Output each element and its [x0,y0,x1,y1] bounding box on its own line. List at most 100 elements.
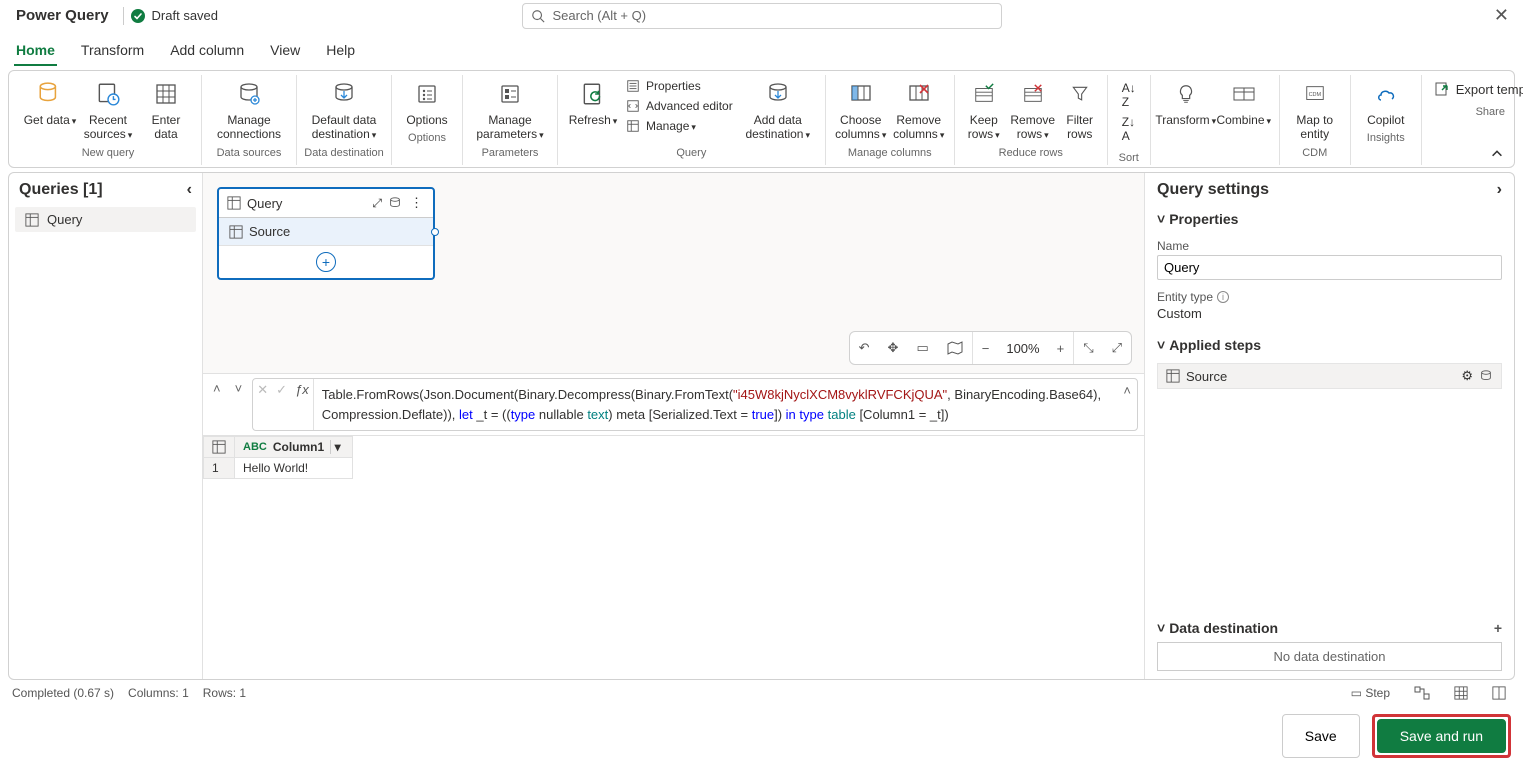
separator [123,7,124,25]
tab-add-column[interactable]: Add column [168,36,246,66]
collapse-queries-button[interactable]: ‹ [187,181,192,199]
editor-icon [626,99,640,113]
table-corner-button[interactable] [204,437,235,458]
add-data-destination-button[interactable]: Add data destination [737,75,819,144]
workspace: Queries [1] ‹ Query Query ⤢ ⋮ Sour [8,172,1515,680]
sort-descending-button[interactable]: Z↓A [1118,113,1139,145]
save-and-run-button[interactable]: Save and run [1377,719,1506,753]
sort-ascending-button[interactable]: A↓Z [1118,79,1140,111]
save-button[interactable]: Save [1282,714,1360,758]
column-filter-button[interactable]: ▾ [330,440,344,454]
step-connector[interactable] [431,228,439,236]
step-back-button[interactable]: ˄ [209,378,225,399]
table-row[interactable]: 1 Hello World! [204,458,353,479]
enter-data-button[interactable]: Enter data [137,75,195,144]
ribbon-collapse-button[interactable] [1490,147,1504,161]
group-options-label: Options [408,129,446,145]
get-data-button[interactable]: Get data [21,75,79,129]
tab-view[interactable]: View [268,36,302,66]
minimap-button[interactable] [938,332,972,364]
split-view-button[interactable] [1487,686,1511,700]
table-icon [25,213,39,227]
applied-step-source[interactable]: Source ⚙ [1157,363,1502,389]
expand-settings-button[interactable]: › [1497,181,1502,199]
tab-help[interactable]: Help [324,36,357,66]
expand-query-button[interactable]: ⤢ [372,196,382,211]
tab-home[interactable]: Home [14,36,57,66]
options-button[interactable]: Options [398,75,456,129]
formula-input[interactable]: Table.FromRows(Json.Document(Binary.Deco… [314,379,1137,430]
applied-steps-toggle[interactable]: ˅Applied steps [1157,331,1502,359]
queries-pane-header: Queries [1] [19,181,103,199]
export-template-button[interactable]: Export template [1428,75,1523,103]
connections-icon [235,77,263,111]
diagram-view-button[interactable] [1409,686,1435,700]
manage-button[interactable]: Manage [622,117,700,135]
data-destination-toggle[interactable]: ˅Data destination [1157,620,1278,636]
column-header[interactable]: ABC Column1 ▾ [235,437,353,458]
status-columns: Columns: 1 [128,686,189,700]
advanced-editor-button[interactable]: Advanced editor [622,97,737,115]
group-transform-label [1213,129,1216,145]
close-button[interactable]: ✕ [1488,5,1515,26]
settings-header: Query settings [1157,181,1269,199]
highlight-frame: Save and run [1372,714,1511,758]
filter-rows-button[interactable]: Filter rows [1059,75,1101,144]
manage-parameters-button[interactable]: Manage parameters [469,75,551,144]
group-sort-label: Sort [1119,149,1139,165]
recent-sources-button[interactable]: Recent sources [79,75,137,144]
step-view-button[interactable]: ▭ Step [1346,686,1395,700]
properties-button[interactable]: Properties [622,77,705,95]
map-to-entity-button[interactable]: CDM Map to entity [1286,75,1344,144]
query-diagram-card[interactable]: Query ⤢ ⋮ Source + [217,187,435,280]
step-forward-button[interactable]: ˅ [231,378,247,399]
info-icon[interactable]: i [1217,291,1229,303]
collapse-diagram-button[interactable]: ⤡ [1074,332,1102,364]
formula-accept-button[interactable]: ✓ [272,379,291,430]
add-destination-button[interactable]: + [1494,620,1502,636]
query-name-input[interactable] [1157,255,1502,280]
tab-transform[interactable]: Transform [79,36,146,66]
step-settings-button[interactable]: ⚙ [1461,368,1473,384]
get-data-label: Get data [24,113,77,127]
applied-step-label: Source [1186,369,1227,384]
zoom-in-button[interactable]: + [1048,332,1074,364]
group-query-label: Query [676,144,706,160]
diagram-canvas[interactable]: Query ⤢ ⋮ Source + ↶ ✥ ▭ [203,173,1144,373]
query-settings-pane: Query settings › ˅Properties Name Entity… [1144,173,1514,679]
remove-rows-icon [1022,77,1044,111]
fit-button[interactable]: ▭ [907,332,937,364]
step-destination-icon[interactable] [1479,369,1493,383]
search-input[interactable]: Search (Alt + Q) [522,3,1002,29]
combine-label: Combine [1216,113,1271,127]
query-list-item[interactable]: Query [15,207,196,232]
table-view-button[interactable] [1449,686,1473,700]
menu-tabs: Home Transform Add column View Help [0,32,1523,66]
choose-columns-button[interactable]: Choose columns [832,75,890,144]
diagram-step-source[interactable]: Source [219,218,433,246]
keep-rows-button[interactable]: Keep rows [961,75,1007,144]
transform-button[interactable]: Transform [1157,75,1215,129]
fullscreen-button[interactable]: ⤢ [1103,332,1131,364]
pan-button[interactable]: ✥ [879,332,908,364]
formula-expand-button[interactable]: ˄ [1123,383,1131,398]
grid-icon [154,77,178,111]
undo-button[interactable]: ↶ [850,332,879,364]
combine-button[interactable]: Combine [1215,75,1273,129]
add-destination-icon [765,77,791,111]
query-card-more-button[interactable]: ⋮ [408,195,425,211]
database-icon [37,77,63,111]
zoom-out-button[interactable]: − [973,332,999,364]
properties-section-toggle[interactable]: ˅Properties [1157,205,1502,233]
remove-columns-button[interactable]: Remove columns [890,75,948,144]
add-step-button[interactable]: + [316,252,336,272]
default-data-destination-button[interactable]: Default data destination [303,75,385,144]
manage-connections-button[interactable]: Manage connections [208,75,290,144]
destination-indicator-icon[interactable] [388,196,402,210]
formula-cancel-button[interactable]: ✕ [253,379,272,430]
title-bar: Power Query Draft saved Search (Alt + Q)… [0,0,1523,32]
copilot-button[interactable]: Copilot [1357,75,1415,129]
column-name: Column1 [273,440,324,454]
refresh-button[interactable]: Refresh [564,75,622,129]
remove-rows-button[interactable]: Remove rows [1007,75,1059,144]
